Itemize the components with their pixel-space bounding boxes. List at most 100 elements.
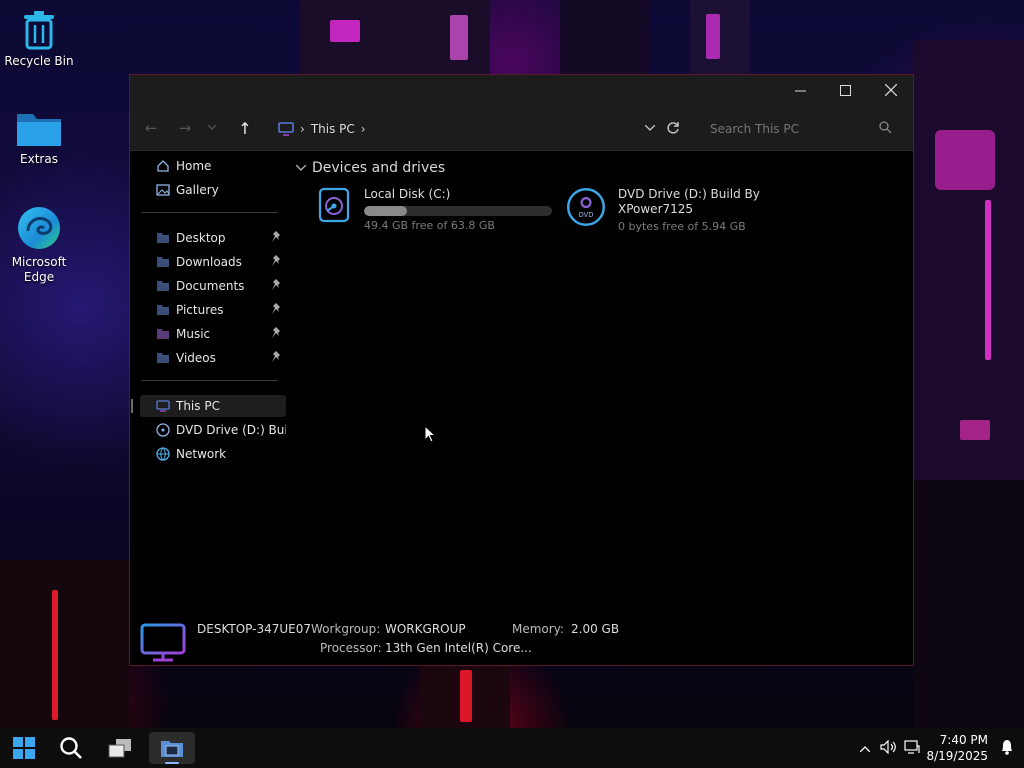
- volume-icon[interactable]: [880, 739, 896, 757]
- drive-usage-bar: [364, 206, 552, 216]
- sidebar-divider: [142, 212, 278, 213]
- sidebar-item-pictures[interactable]: Pictures: [140, 299, 286, 321]
- section-header-devices[interactable]: Devices and drives: [296, 160, 445, 176]
- drive-tile-dvd[interactable]: DVD DVD Drive (D:) Build By XPower7125 0…: [566, 187, 760, 233]
- background-neon-sign: [460, 670, 472, 722]
- maximize-button[interactable]: [822, 75, 868, 105]
- start-button[interactable]: [4, 732, 44, 764]
- file-explorer-taskbar-button[interactable]: [149, 732, 195, 764]
- drive-free-space: 0 bytes free of 5.94 GB: [618, 220, 746, 233]
- downloads-folder-icon: [156, 255, 170, 269]
- chevron-down-icon: [296, 165, 306, 171]
- sidebar-item-label: Music: [176, 327, 211, 341]
- sidebar-item-label: Downloads: [176, 255, 242, 269]
- background-neon-sign: [52, 590, 58, 720]
- up-button[interactable]: ↑: [233, 117, 257, 139]
- system-clock[interactable]: 7:40 PM 8/19/2025: [926, 732, 988, 764]
- sidebar-item-gallery[interactable]: Gallery: [140, 179, 286, 201]
- system-tray: [859, 728, 920, 768]
- background-neon-sign: [935, 130, 995, 190]
- chevron-down-icon: [208, 125, 216, 130]
- workgroup-label: Workgroup:: [311, 622, 381, 636]
- minimize-button[interactable]: [777, 75, 823, 105]
- bell-icon: [1002, 740, 1012, 755]
- breadcrumb[interactable]: › This PC ›: [278, 118, 372, 140]
- recent-locations-button[interactable]: [204, 117, 220, 139]
- navigation-bar: ← → ↑ › This PC ›: [130, 107, 913, 151]
- computer-icon: [156, 399, 170, 413]
- gallery-icon: [156, 183, 170, 197]
- computer-name: DESKTOP-347UE07: [197, 622, 311, 636]
- desktop-icon-extras[interactable]: Extras: [1, 108, 77, 167]
- clock-time: 7:40 PM: [939, 733, 988, 747]
- workgroup-value: WORKGROUP: [385, 622, 466, 636]
- file-explorer-window: ← → ↑ › This PC › Search This PC Home Ga…: [129, 74, 914, 666]
- background-neon-sign: [450, 15, 468, 60]
- pin-icon: [272, 327, 280, 338]
- clock-date: 8/19/2025: [926, 749, 988, 763]
- breadcrumb-separator-icon: ›: [300, 122, 305, 136]
- address-history-button[interactable]: [638, 117, 662, 139]
- search-icon: [60, 737, 82, 759]
- search-input[interactable]: [708, 121, 872, 137]
- section-title: Devices and drives: [312, 160, 446, 176]
- back-button[interactable]: ←: [139, 117, 163, 139]
- search-icon: [879, 121, 892, 134]
- file-explorer-icon: [161, 741, 183, 757]
- content-pane: Devices and drives Local Disk (C:) 49.4 …: [290, 151, 914, 621]
- breadcrumb-chevron-icon[interactable]: ›: [361, 122, 366, 136]
- sidebar-divider: [142, 380, 278, 381]
- title-bar[interactable]: [130, 75, 913, 107]
- notifications-button[interactable]: [1000, 739, 1014, 759]
- sidebar-item-label: Network: [176, 447, 227, 461]
- sidebar-item-desktop[interactable]: Desktop: [140, 227, 286, 249]
- sidebar-item-this-pc[interactable]: This PC: [131, 395, 286, 417]
- drive-free-space: 49.4 GB free of 63.8 GB: [364, 219, 495, 232]
- sidebar-item-documents[interactable]: Documents: [140, 275, 286, 297]
- processor-label: Processor:: [320, 641, 382, 655]
- search-box[interactable]: [698, 113, 906, 145]
- sidebar-item-videos[interactable]: Videos: [140, 347, 286, 369]
- home-icon: [156, 159, 170, 173]
- maximize-icon: [839, 84, 851, 96]
- documents-folder-icon: [156, 279, 170, 293]
- mouse-cursor-icon: [424, 425, 436, 443]
- sidebar-item-dvd-drive[interactable]: DVD Drive (D:) Build: [140, 419, 286, 441]
- dvd-icon: [156, 423, 170, 437]
- memory-value: 2.00 GB: [571, 622, 620, 636]
- sidebar-item-label: Videos: [176, 351, 216, 365]
- search-button[interactable]: [51, 732, 91, 764]
- close-button[interactable]: [868, 75, 914, 105]
- desktop-icon-recycle-bin[interactable]: Recycle Bin: [1, 10, 77, 69]
- sidebar-item-downloads[interactable]: Downloads: [140, 251, 286, 273]
- drive-tile-local-disk[interactable]: Local Disk (C:) 49.4 GB free of 63.8 GB: [316, 187, 552, 232]
- memory-label: Memory:: [512, 622, 564, 636]
- chevron-down-icon: [645, 125, 655, 131]
- network-icon: [156, 447, 170, 461]
- sidebar-item-label: Home: [176, 159, 212, 173]
- drive-name: Local Disk (C:): [364, 187, 451, 201]
- hard-drive-icon: [318, 187, 350, 223]
- close-icon: [885, 84, 897, 96]
- sidebar-item-network[interactable]: Network: [140, 443, 286, 465]
- svg-text:DVD: DVD: [579, 211, 594, 219]
- desktop-icon-microsoft-edge[interactable]: Microsoft Edge: [1, 205, 77, 285]
- network-status-icon[interactable]: [904, 739, 920, 757]
- show-hidden-icons-icon[interactable]: [859, 741, 871, 755]
- computer-icon: [278, 122, 294, 136]
- background-neon-sign: [706, 14, 720, 59]
- processor-value: 13th Gen Intel(R) Core...: [385, 641, 532, 655]
- forward-button[interactable]: →: [173, 117, 197, 139]
- sidebar-item-label: This PC: [176, 399, 220, 413]
- background-building: [560, 0, 650, 75]
- drive-name-line1: DVD Drive (D:) Build By: [618, 187, 760, 201]
- breadcrumb-item-this-pc[interactable]: This PC: [311, 122, 355, 136]
- videos-folder-icon: [156, 351, 170, 365]
- refresh-button[interactable]: [661, 117, 685, 139]
- pin-icon: [272, 351, 280, 362]
- task-view-button[interactable]: [100, 732, 140, 764]
- dvd-disc-icon: DVD: [567, 188, 605, 226]
- sidebar-item-music[interactable]: Music: [140, 323, 286, 345]
- sidebar-item-home[interactable]: Home: [140, 155, 286, 177]
- desktop-folder-icon: [156, 231, 170, 245]
